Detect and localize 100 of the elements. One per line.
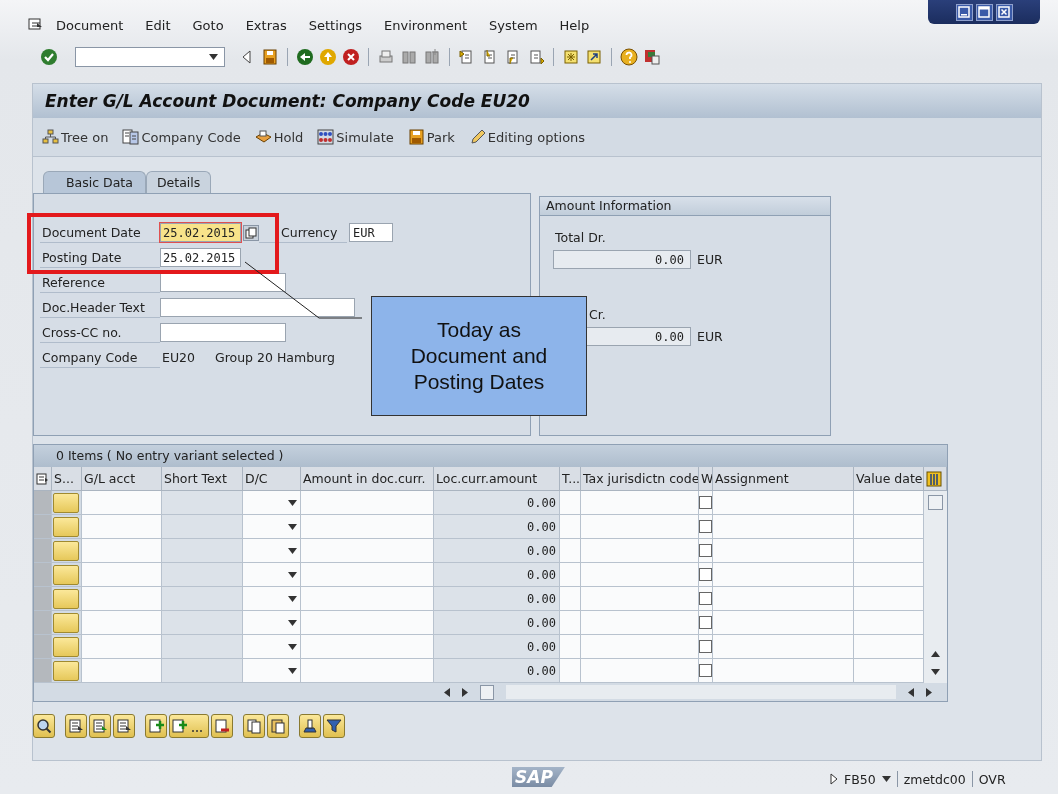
table-cell[interactable] [301, 491, 434, 515]
status-button[interactable] [53, 588, 79, 609]
menu-item[interactable]: Edit [145, 17, 171, 33]
vertical-scrollbar[interactable] [924, 491, 947, 683]
menu-item[interactable]: Goto [192, 17, 224, 33]
print-icon[interactable] [377, 48, 395, 66]
menu-item[interactable]: Help [559, 17, 590, 33]
save-icon[interactable] [261, 48, 279, 66]
scroll-left-icon[interactable] [908, 687, 914, 697]
table-cell[interactable] [301, 563, 434, 587]
table-cell[interactable] [560, 611, 581, 635]
table-cell[interactable] [243, 491, 301, 515]
scroll-right-icon[interactable] [926, 687, 932, 697]
table-cell[interactable] [581, 515, 699, 539]
checkbox[interactable] [699, 568, 712, 581]
expand-status-icon[interactable] [830, 773, 838, 785]
column-header[interactable]: G/L acct [82, 467, 162, 491]
status-button[interactable] [53, 636, 79, 657]
table-cell[interactable] [560, 659, 581, 683]
table-cell[interactable] [581, 635, 699, 659]
toolbar-button[interactable]: Park [407, 129, 455, 145]
sort-button[interactable] [299, 714, 321, 738]
toolbar-button[interactable]: Simulate [317, 129, 394, 145]
table-cell[interactable] [560, 635, 581, 659]
dropdown-icon[interactable] [288, 619, 297, 626]
status-button[interactable] [53, 492, 79, 513]
table-cell[interactable] [301, 515, 434, 539]
table-cell[interactable] [301, 539, 434, 563]
details-button[interactable] [65, 714, 87, 738]
menu-item[interactable]: System [489, 17, 538, 33]
select-all-icon[interactable] [36, 472, 49, 485]
table-cell[interactable] [854, 635, 924, 659]
table-cell[interactable] [243, 611, 301, 635]
scrollbar-thumb[interactable] [480, 684, 494, 700]
tab[interactable]: Details [145, 171, 212, 193]
insert-rows-button[interactable] [169, 714, 209, 738]
scroll-down-icon[interactable] [931, 669, 940, 675]
help-icon[interactable] [620, 48, 638, 66]
table-cell[interactable] [82, 515, 162, 539]
status-button[interactable] [53, 564, 79, 585]
table-cell[interactable] [560, 563, 581, 587]
table-cell[interactable] [82, 563, 162, 587]
table-cell[interactable] [301, 659, 434, 683]
input-field[interactable] [160, 298, 355, 317]
delete-row-button[interactable] [211, 714, 233, 738]
currency-field[interactable]: EUR [349, 223, 393, 242]
toolbar-button[interactable]: Editing options [468, 129, 586, 145]
table-cell[interactable] [82, 659, 162, 683]
menu-icon[interactable] [28, 18, 44, 32]
column-header[interactable]: Loc.curr.amount [434, 467, 560, 491]
select-button[interactable] [113, 714, 135, 738]
magnifier-button[interactable] [33, 714, 55, 738]
dropdown-icon[interactable] [288, 667, 297, 674]
table-cell[interactable] [243, 635, 301, 659]
column-header[interactable]: Tax jurisdictn code [581, 467, 699, 491]
filter-button[interactable] [323, 714, 345, 738]
status-button[interactable] [53, 540, 79, 561]
dropdown-icon[interactable] [288, 547, 297, 554]
table-cell[interactable] [82, 539, 162, 563]
dropdown-icon[interactable] [288, 643, 297, 650]
checkbox[interactable] [699, 520, 712, 533]
table-cell[interactable] [301, 635, 434, 659]
column-header[interactable]: D/C [243, 467, 301, 491]
table-cell[interactable] [82, 491, 162, 515]
table-cell[interactable] [82, 611, 162, 635]
table-cell[interactable] [854, 611, 924, 635]
back-icon[interactable] [296, 48, 314, 66]
column-header[interactable]: Assignment [713, 467, 854, 491]
table-cell[interactable] [82, 635, 162, 659]
toolbar-button[interactable]: Company Code [122, 129, 241, 145]
paste-button[interactable] [267, 714, 289, 738]
menu-item[interactable]: Extras [245, 17, 287, 33]
table-cell[interactable] [854, 587, 924, 611]
table-cell[interactable] [560, 587, 581, 611]
table-cell[interactable] [581, 659, 699, 683]
table-cell[interactable] [713, 515, 854, 539]
last-page-icon[interactable] [527, 48, 545, 66]
insert-row-button[interactable] [145, 714, 167, 738]
status-button[interactable] [53, 516, 79, 537]
menu-item[interactable]: Environment [384, 17, 468, 33]
table-cell[interactable] [713, 659, 854, 683]
checkbox[interactable] [699, 592, 712, 605]
table-cell[interactable] [301, 587, 434, 611]
column-header[interactable]: S... [52, 467, 82, 491]
table-cell[interactable] [713, 635, 854, 659]
new-session-icon[interactable] [562, 48, 580, 66]
checkbox[interactable] [699, 664, 712, 677]
table-cell[interactable] [854, 539, 924, 563]
dropdown-icon[interactable] [288, 595, 297, 602]
table-cell[interactable] [560, 491, 581, 515]
checkbox[interactable] [699, 496, 712, 509]
enter-icon[interactable] [40, 48, 58, 66]
table-cell[interactable] [560, 515, 581, 539]
column-settings-icon[interactable] [926, 470, 942, 487]
status-button[interactable] [53, 612, 79, 633]
tab[interactable]: Basic Data [43, 171, 146, 193]
table-cell[interactable] [82, 587, 162, 611]
checkbox[interactable] [699, 640, 712, 653]
scroll-up-icon[interactable] [931, 651, 940, 657]
table-cell[interactable] [301, 611, 434, 635]
